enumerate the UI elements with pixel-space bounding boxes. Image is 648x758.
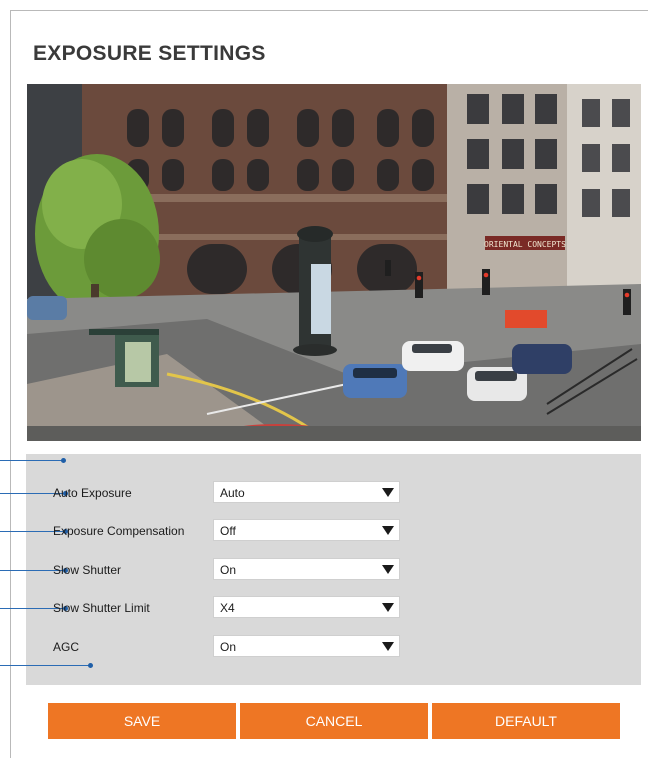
agc-value: On xyxy=(220,640,237,654)
default-button[interactable]: DEFAULT xyxy=(432,703,620,739)
exposure-compensation-value: Off xyxy=(220,524,236,538)
agc-select[interactable]: On xyxy=(213,635,400,657)
chevron-down-icon xyxy=(382,565,394,574)
slow-shutter-select[interactable]: On xyxy=(213,558,400,580)
storefront-sign: ORIENTAL CONCEPTS xyxy=(484,240,566,249)
chevron-down-icon xyxy=(382,488,394,497)
slow-shutter-limit-value: X4 xyxy=(220,601,235,615)
save-button[interactable]: SAVE xyxy=(48,703,236,739)
exposure-compensation-label: Exposure Compensation xyxy=(53,524,185,538)
auto-exposure-label: Auto Exposure xyxy=(53,486,132,500)
agc-label: AGC xyxy=(53,640,80,654)
auto-exposure-value: Auto xyxy=(220,486,245,500)
slow-shutter-label: Slow Shutter xyxy=(53,563,122,577)
callout-line-agc xyxy=(0,663,93,668)
callout-line-panel xyxy=(0,458,66,463)
page-title: EXPOSURE SETTINGS xyxy=(33,42,266,65)
frame-top-border xyxy=(10,10,648,11)
chevron-down-icon xyxy=(382,642,394,651)
slow-shutter-limit-select[interactable]: X4 xyxy=(213,596,400,618)
chevron-down-icon xyxy=(382,526,394,535)
auto-exposure-select[interactable]: Auto xyxy=(213,481,400,503)
chevron-down-icon xyxy=(382,603,394,612)
camera-preview: ORIENTAL CONCEPTS xyxy=(27,84,641,441)
cancel-button[interactable]: CANCEL xyxy=(240,703,428,739)
exposure-compensation-select[interactable]: Off xyxy=(213,519,400,541)
frame-left-border xyxy=(10,10,11,758)
slow-shutter-value: On xyxy=(220,563,237,577)
slow-shutter-limit-label: Slow Shutter Limit xyxy=(53,601,150,615)
